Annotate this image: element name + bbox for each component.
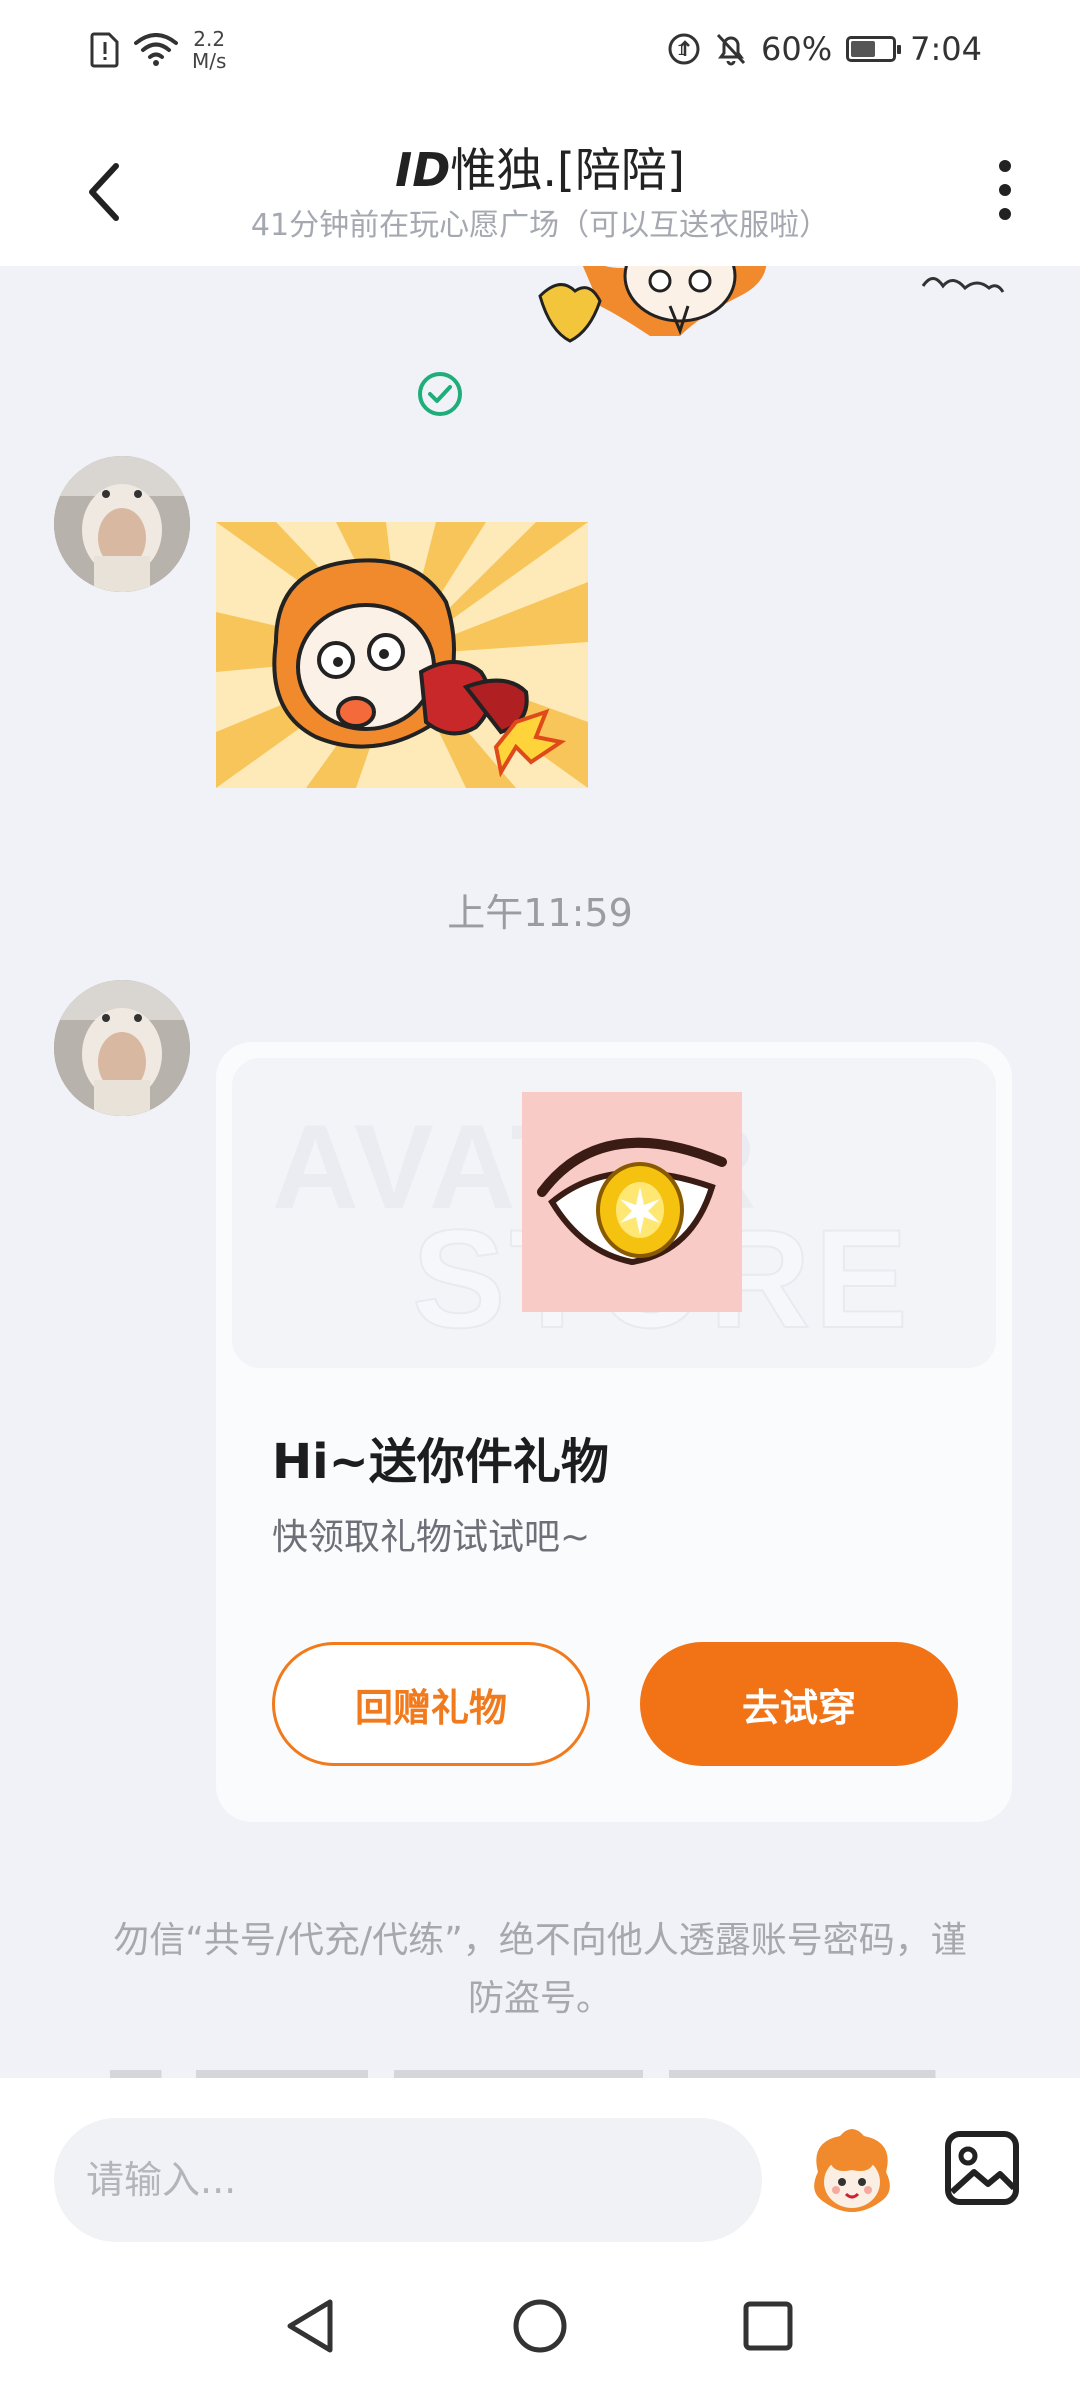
more-dot-icon bbox=[999, 184, 1011, 196]
try-on-button[interactable]: 去试穿 bbox=[640, 1642, 958, 1766]
nav-recent-apps-button[interactable] bbox=[728, 2286, 808, 2366]
contact-avatar[interactable] bbox=[54, 980, 190, 1116]
gift-subtitle: 快领取礼物试试吧~ bbox=[272, 1517, 591, 1558]
network-speed: 2.2 M/s bbox=[192, 28, 226, 72]
square-recents-icon bbox=[743, 2301, 793, 2351]
partial-sticker-doodle bbox=[921, 277, 1005, 293]
mute-bell-icon bbox=[716, 33, 746, 66]
id-badge: ID bbox=[395, 143, 451, 197]
sim-alert-icon bbox=[90, 32, 119, 68]
chat-header: ID惟独.[陪陪] 41分钟前在玩心愿广场（可以互送衣服啦） bbox=[0, 106, 1080, 266]
triangle-back-icon bbox=[287, 2299, 333, 2353]
more-dot-icon bbox=[999, 208, 1011, 220]
gift-title: Hi~送你件礼物 bbox=[272, 1434, 609, 1490]
contact-avatar[interactable] bbox=[54, 456, 190, 592]
network-speed-unit: M/s bbox=[192, 49, 227, 73]
clock: 7:04 bbox=[910, 30, 982, 68]
sent-sticker-partial[interactable] bbox=[530, 266, 810, 366]
battery-percent: 60% bbox=[761, 30, 833, 68]
status-right: 1 60% 7:04 bbox=[667, 30, 982, 68]
return-gift-button[interactable]: 回赠礼物 bbox=[272, 1642, 590, 1766]
sticker-picker-icon[interactable] bbox=[800, 2122, 904, 2226]
nav-home-button[interactable] bbox=[500, 2286, 580, 2366]
battery-icon bbox=[846, 36, 902, 62]
network-speed-value: 2.2 bbox=[193, 27, 226, 51]
message-timestamp: 上午11:59 bbox=[447, 891, 633, 935]
read-check-icon bbox=[418, 372, 462, 416]
avatar-photo bbox=[54, 456, 190, 592]
status-left: 2.2 M/s bbox=[90, 28, 226, 72]
wifi-icon bbox=[134, 33, 178, 66]
contact-activity: 41分钟前在玩心愿广场（可以互送衣服啦） bbox=[250, 208, 830, 243]
battery-fill bbox=[851, 41, 876, 57]
gift-message-card[interactable]: AVATAR STORE Hi~送你件礼物 快领取礼物试试吧~ 回赠礼物 去试穿 bbox=[216, 1042, 1012, 1822]
gift-banner: AVATAR STORE bbox=[232, 1058, 996, 1368]
security-warning: 勿信“共号/代充/代练”，绝不向他人透露账号密码，谨防盗号。 bbox=[113, 1920, 967, 2019]
image-picker-icon[interactable] bbox=[944, 2130, 1020, 2206]
gift-item-eye-image[interactable] bbox=[522, 1092, 742, 1312]
contact-name: ID惟独.[陪陪] bbox=[0, 134, 1080, 200]
status-bar: 2.2 M/s 1 60% 7:04 bbox=[0, 0, 1080, 106]
input-bar bbox=[0, 2078, 1080, 2256]
received-sticker[interactable] bbox=[216, 522, 588, 788]
avatar-photo bbox=[54, 980, 190, 1116]
contact-nickname: 惟独.[陪陪] bbox=[450, 143, 685, 197]
message-input[interactable] bbox=[54, 2118, 762, 2242]
more-dot-icon bbox=[999, 160, 1011, 172]
circle-home-icon bbox=[513, 2299, 567, 2353]
system-nav-bar bbox=[0, 2256, 1080, 2400]
nav-back-button[interactable] bbox=[270, 2286, 350, 2366]
more-options-button[interactable] bbox=[990, 150, 1020, 230]
data-saver-icon: 1 bbox=[668, 33, 700, 65]
message-list[interactable]: 上午11:59 AVATAR STORE Hi~送你件礼物 快领取礼物试 bbox=[0, 266, 1080, 2078]
cutoff-system-text bbox=[110, 2060, 970, 2078]
